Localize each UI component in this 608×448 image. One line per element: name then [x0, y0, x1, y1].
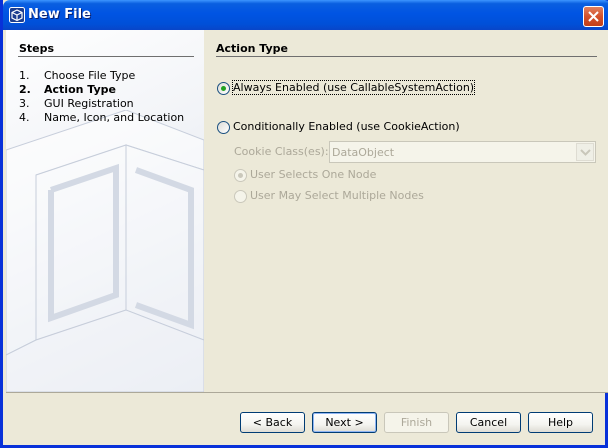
step-label: GUI Registration [44, 97, 134, 110]
step-label: Choose File Type [44, 69, 136, 82]
section-title: Action Type [216, 42, 288, 55]
finish-button[interactable]: Finish [384, 412, 449, 433]
action-type-panel: Action Type Always Enabled (use Callable… [204, 30, 608, 392]
step-number: 2. [19, 83, 31, 96]
title-bar[interactable]: New File [3, 0, 608, 30]
step-number: 3. [19, 97, 30, 110]
cancel-button[interactable]: Cancel [456, 412, 521, 433]
combo-dropdown-button[interactable] [576, 143, 594, 161]
step-item-name-icon-location: 4. Name, Icon, and Location [19, 111, 184, 124]
next-button[interactable]: Next > [312, 412, 377, 433]
step-label: Action Type [44, 83, 116, 96]
netbeans-cube-icon [9, 7, 25, 23]
cookie-classes-combo[interactable]: DataObject [329, 141, 596, 163]
close-button[interactable] [583, 6, 604, 27]
step-number: 4. [19, 111, 30, 124]
chevron-down-icon [580, 149, 591, 156]
back-button[interactable]: < Back [240, 412, 305, 433]
one-node-label[interactable]: User Selects One Node [250, 168, 376, 181]
window-title: New File [28, 7, 91, 22]
new-file-dialog: New File Steps 1. Choose File Type 2. Ac… [0, 0, 608, 448]
step-item-choose-file-type: 1. Choose File Type [19, 69, 135, 82]
button-bar-divider [6, 392, 608, 393]
help-button[interactable]: Help [528, 412, 593, 433]
conditionally-enabled-radio[interactable] [217, 121, 230, 134]
cookie-classes-value: DataObject [332, 146, 395, 159]
section-divider [216, 56, 597, 57]
step-label: Name, Icon, and Location [44, 111, 185, 124]
steps-heading: Steps [19, 42, 55, 55]
conditionally-enabled-label[interactable]: Conditionally Enabled (use CookieAction) [233, 120, 460, 133]
one-node-radio[interactable] [234, 169, 247, 182]
steps-divider [18, 56, 194, 57]
step-number: 1. [19, 69, 30, 82]
always-enabled-label[interactable]: Always Enabled (use CallableSystemAction… [231, 80, 476, 95]
wizard-watermark-image [6, 110, 204, 392]
steps-panel: Steps 1. Choose File Type 2. Action Type 3… [6, 30, 204, 392]
step-item-gui-registration: 3. GUI Registration [19, 97, 134, 110]
step-item-action-type: 2. Action Type [19, 83, 116, 96]
close-icon [588, 11, 599, 22]
cookie-classes-label: Cookie Class(es): [234, 145, 329, 158]
multiple-nodes-label[interactable]: User May Select Multiple Nodes [250, 189, 424, 202]
multiple-nodes-radio[interactable] [234, 190, 247, 203]
always-enabled-radio[interactable] [217, 82, 230, 95]
